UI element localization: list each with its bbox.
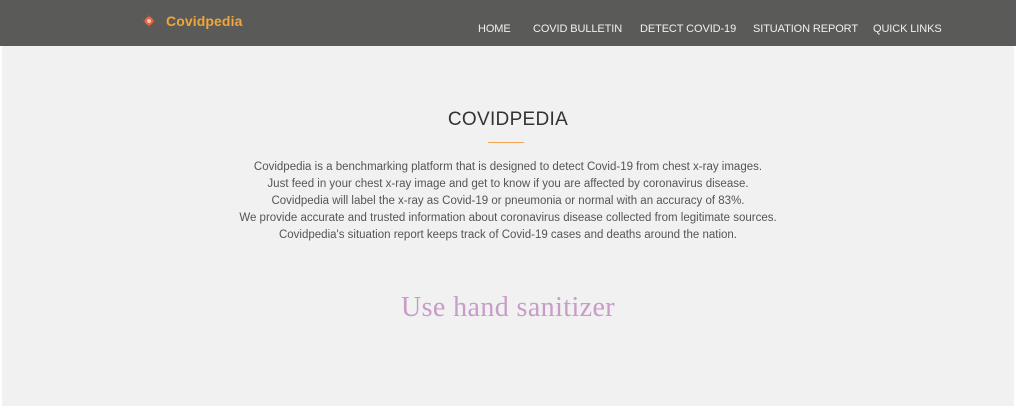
description-line: Covidpedia will label the x-ray as Covid… <box>271 195 745 207</box>
nav-detect-covid-link[interactable]: DETECT COVID-19 <box>640 23 736 35</box>
description: Covidpedia is a benchmarking platform th… <box>2 159 1014 244</box>
nav-covid-bulletin-link[interactable]: COVID BULLETIN <box>533 23 622 35</box>
description-line: Covidpedia is a benchmarking platform th… <box>253 161 763 173</box>
description-line: We provide accurate and trusted informat… <box>239 212 777 224</box>
description-line: Just feed in your chest x-ray image and … <box>267 178 749 190</box>
main-nav: HOME COVID BULLETIN DETECT COVID-19 SITU… <box>0 23 1016 39</box>
title-underline <box>488 142 524 143</box>
nav-quick-links-link[interactable]: QUICK LINKS <box>873 23 942 35</box>
top-navbar: Covidpedia HOME COVID BULLETIN DETECT CO… <box>0 0 1016 46</box>
main-content: COVIDPEDIA Covidpedia is a benchmarking … <box>2 46 1014 406</box>
description-line: Covidpedia's situation report keeps trac… <box>278 229 737 241</box>
tagline: Use hand sanitizer <box>400 292 615 323</box>
nav-home-link[interactable]: HOME <box>478 23 511 35</box>
page-title: COVIDPEDIA <box>447 109 569 130</box>
nav-situation-report-link[interactable]: SITUATION REPORT <box>753 23 858 35</box>
